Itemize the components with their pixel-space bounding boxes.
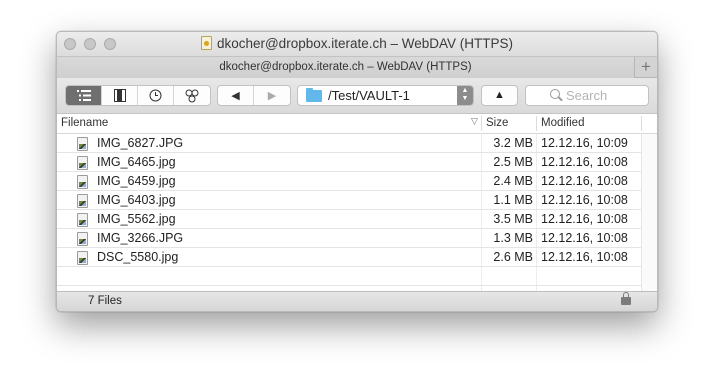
image-file-icon xyxy=(77,213,88,227)
image-file-icon xyxy=(77,194,88,208)
bookmarks-icon xyxy=(113,89,126,102)
file-row[interactable]: IMG_6827.JPG 3.2 MB 12.12.16, 10:09 xyxy=(57,134,641,153)
column-filename[interactable]: Filename xyxy=(61,114,108,133)
image-file-icon xyxy=(77,137,88,151)
column-separator xyxy=(641,116,642,131)
column-header: Filename ▽ Size Modified xyxy=(57,114,657,134)
chevron-updown-icon: ▲ ▼ xyxy=(457,86,473,105)
file-name: IMG_3266.JPG xyxy=(97,231,184,245)
status-bar: 7 Files xyxy=(57,291,657,311)
bonjour-view-button[interactable] xyxy=(174,86,210,105)
browser-view-button[interactable] xyxy=(66,86,102,105)
navigation-buttons: ◀ ▶ xyxy=(217,85,291,106)
lock-icon[interactable] xyxy=(621,292,631,305)
column-separator xyxy=(481,116,482,131)
file-list: IMG_6827.JPG 3.2 MB 12.12.16, 10:09 IMG_… xyxy=(57,134,657,291)
file-size: 3.5 MB xyxy=(493,212,533,226)
file-modified: 12.12.16, 10:08 xyxy=(541,174,628,188)
image-file-icon xyxy=(77,175,88,189)
title-bar[interactable]: dkocher@dropbox.iterate.ch – WebDAV (HTT… xyxy=(57,32,657,56)
file-modified: 12.12.16, 10:08 xyxy=(541,250,628,264)
image-file-icon xyxy=(77,251,88,265)
parent-folder-button[interactable]: ▲ xyxy=(481,85,518,106)
file-name: IMG_5562.jpg xyxy=(97,212,176,226)
forward-button[interactable]: ▶ xyxy=(254,86,290,105)
bonjour-icon xyxy=(185,89,199,102)
file-name: IMG_6403.jpg xyxy=(97,193,176,207)
tab-connection[interactable]: dkocher@dropbox.iterate.ch – WebDAV (HTT… xyxy=(57,57,634,78)
column-size[interactable]: Size xyxy=(486,114,508,133)
window-title-text: dkocher@dropbox.iterate.ch – WebDAV (HTT… xyxy=(216,36,514,51)
search-field[interactable] xyxy=(525,85,649,106)
file-modified: 12.12.16, 10:08 xyxy=(541,193,628,207)
app-window: dkocher@dropbox.iterate.ch – WebDAV (HTT… xyxy=(56,31,658,312)
search-icon xyxy=(550,89,560,99)
path-text: /Test/VAULT-1 xyxy=(328,88,410,103)
empty-row xyxy=(57,267,641,286)
view-switcher xyxy=(65,85,211,106)
toolbar: ◀ ▶ /Test/VAULT-1 ▲ ▼ ▲ xyxy=(57,78,657,114)
browser-list-icon xyxy=(76,90,91,101)
path-selector[interactable]: /Test/VAULT-1 ▲ ▼ xyxy=(297,85,474,106)
file-size: 2.4 MB xyxy=(493,174,533,188)
file-name: IMG_6827.JPG xyxy=(97,136,184,150)
file-name: DSC_5580.jpg xyxy=(97,250,179,264)
file-name: IMG_6459.jpg xyxy=(97,174,176,188)
column-modified[interactable]: Modified xyxy=(541,114,584,133)
file-modified: 12.12.16, 10:08 xyxy=(541,231,628,245)
chevron-down-icon[interactable]: ▽ xyxy=(471,116,478,127)
tab-bar: dkocher@dropbox.iterate.ch – WebDAV (HTT… xyxy=(57,56,657,78)
folder-icon xyxy=(306,88,322,102)
scrollbar[interactable] xyxy=(641,134,657,291)
file-row[interactable]: IMG_6465.jpg 2.5 MB 12.12.16, 10:08 xyxy=(57,153,641,172)
image-file-icon xyxy=(77,232,88,246)
file-size: 1.3 MB xyxy=(493,231,533,245)
search-input[interactable] xyxy=(566,88,644,103)
column-separator xyxy=(536,116,537,131)
file-row[interactable]: IMG_6459.jpg 2.4 MB 12.12.16, 10:08 xyxy=(57,172,641,191)
file-modified: 12.12.16, 10:09 xyxy=(541,136,628,150)
file-size: 1.1 MB xyxy=(493,193,533,207)
image-file-icon xyxy=(77,156,88,170)
file-row[interactable]: DSC_5580.jpg 2.6 MB 12.12.16, 10:08 xyxy=(57,248,641,267)
file-name: IMG_6465.jpg xyxy=(97,155,176,169)
history-icon xyxy=(149,89,162,102)
file-row[interactable]: IMG_6403.jpg 1.1 MB 12.12.16, 10:08 xyxy=(57,191,641,210)
file-row[interactable]: IMG_5562.jpg 3.5 MB 12.12.16, 10:08 xyxy=(57,210,641,229)
new-tab-button[interactable]: + xyxy=(634,57,657,78)
back-button[interactable]: ◀ xyxy=(218,86,254,105)
file-modified: 12.12.16, 10:08 xyxy=(541,212,628,226)
history-view-button[interactable] xyxy=(138,86,174,105)
file-modified: 12.12.16, 10:08 xyxy=(541,155,628,169)
file-size: 2.5 MB xyxy=(493,155,533,169)
file-row[interactable]: IMG_3266.JPG 1.3 MB 12.12.16, 10:08 xyxy=(57,229,641,248)
window-title: dkocher@dropbox.iterate.ch – WebDAV (HTT… xyxy=(57,36,657,51)
file-size: 3.2 MB xyxy=(493,136,533,150)
file-size: 2.6 MB xyxy=(493,250,533,264)
bookmarks-view-button[interactable] xyxy=(102,86,138,105)
file-count: 7 Files xyxy=(88,295,122,307)
document-icon xyxy=(200,36,212,50)
